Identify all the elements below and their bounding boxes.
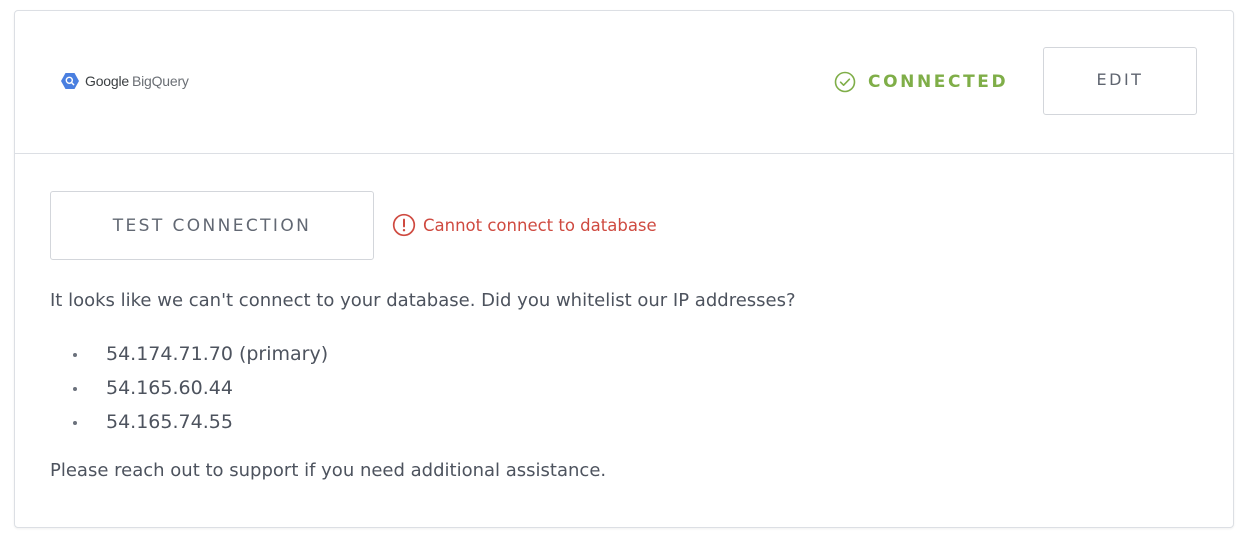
- ip-list-item: 54.165.60.44: [73, 371, 328, 405]
- ip-address: 54.174.71.70 (primary): [106, 343, 329, 365]
- logo-product-text: BigQuery: [131, 73, 189, 89]
- check-circle-icon: [834, 71, 856, 93]
- connection-error: Cannot connect to database: [392, 212, 657, 238]
- test-connection-button[interactable]: TEST CONNECTION: [50, 191, 374, 260]
- ip-list-item: 54.165.74.55: [73, 405, 328, 439]
- bullet-icon: [73, 421, 77, 425]
- status-label: CONNECTED: [868, 72, 1009, 92]
- support-message: Please reach out to support if you need …: [50, 460, 607, 481]
- connection-status: CONNECTED: [834, 70, 1008, 94]
- ip-address: 54.165.60.44: [106, 377, 233, 399]
- alert-circle-icon: [392, 213, 416, 237]
- bigquery-logo-icon: [61, 73, 79, 89]
- bullet-icon: [73, 353, 77, 357]
- bullet-icon: [73, 387, 77, 391]
- card-header: Google BigQuery CONNECTED EDIT: [15, 11, 1233, 154]
- ip-address-list: 54.174.71.70 (primary) 54.165.60.44 54.1…: [73, 337, 328, 439]
- bigquery-logo: Google BigQuery: [61, 71, 189, 91]
- ip-address: 54.165.74.55: [106, 411, 233, 433]
- error-message: Cannot connect to database: [423, 215, 657, 235]
- edit-button[interactable]: EDIT: [1043, 47, 1197, 115]
- whitelist-message: It looks like we can't connect to your d…: [50, 290, 796, 311]
- ip-list-item: 54.174.71.70 (primary): [73, 337, 328, 371]
- logo-google-text: Google: [85, 73, 129, 89]
- connection-card: Google BigQuery CONNECTED EDIT TEST CONN…: [14, 10, 1234, 528]
